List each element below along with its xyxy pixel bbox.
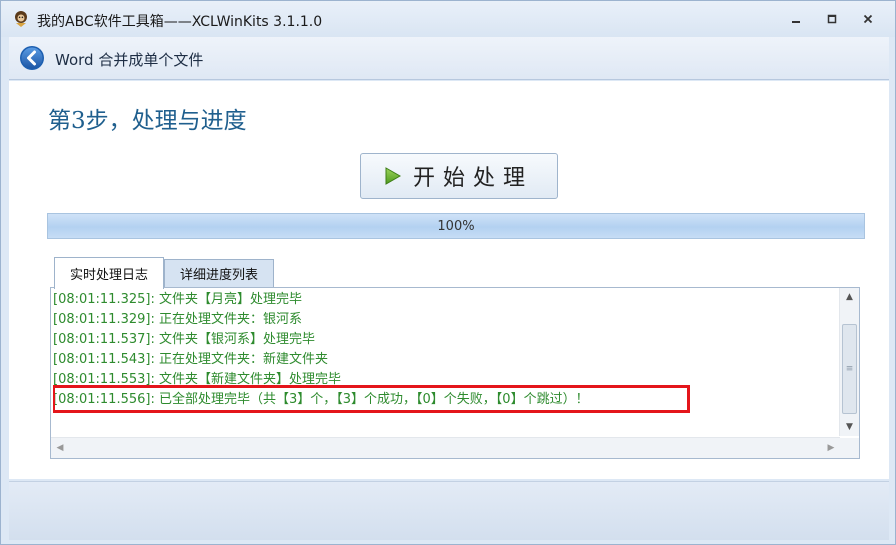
log-line: [08:01:11.537]: 文件夹【银河系】处理完毕 — [53, 332, 315, 347]
close-icon — [863, 14, 873, 24]
log-line: [08:01:11.329]: 正在处理文件夹：银河系 — [53, 312, 302, 327]
log-list: [08:01:11.325]: 文件夹【月亮】处理完毕 [08:01:11.32… — [53, 290, 833, 436]
horizontal-scrollbar[interactable]: ◀ ▶ — [51, 437, 840, 458]
monkey-icon — [15, 11, 27, 27]
maximize-button[interactable] — [821, 9, 843, 29]
scroll-up-icon[interactable]: ▲ — [840, 288, 859, 306]
play-icon — [385, 167, 401, 185]
log-panel[interactable]: [08:01:11.325]: 文件夹【月亮】处理完毕 [08:01:11.32… — [50, 287, 860, 459]
scroll-thumb[interactable]: ≡ — [842, 324, 857, 414]
log-line: [08:01:11.543]: 正在处理文件夹：新建文件夹 — [53, 352, 328, 367]
scroll-corner — [840, 438, 859, 458]
window-title: 我的ABC软件工具箱——XCLWinKits 3.1.1.0 — [37, 14, 323, 30]
log-line: [08:01:11.325]: 文件夹【月亮】处理完毕 — [53, 292, 302, 307]
back-arrow-icon[interactable] — [19, 45, 45, 71]
progress-label: 100% — [437, 218, 475, 234]
vertical-scrollbar[interactable]: ▲ ≡ ▼ — [839, 288, 859, 436]
tab-detail-progress[interactable]: 详细进度列表 — [164, 259, 274, 288]
footer-bar — [9, 481, 889, 540]
title-bar: 我的ABC软件工具箱——XCLWinKits 3.1.1.0 — [1, 1, 895, 37]
minimize-button[interactable] — [785, 9, 807, 29]
step-title: 第3步，处理与进度 — [48, 108, 247, 134]
log-line: [08:01:11.553]: 文件夹【新建文件夹】处理完毕 — [53, 372, 341, 387]
maximize-icon — [827, 14, 837, 24]
progress-bar: 100% — [47, 213, 865, 239]
scroll-right-icon[interactable]: ▶ — [822, 438, 840, 458]
scroll-left-icon[interactable]: ◀ — [51, 438, 69, 458]
page-title: Word 合并成单个文件 — [55, 51, 204, 69]
log-line-summary: [08:01:11.556]: 已全部处理完毕（共【3】个，【3】个成功，【0】… — [53, 392, 589, 407]
app-window: 我的ABC软件工具箱——XCLWinKits 3.1.1.0 Word 合并成单… — [0, 0, 896, 545]
start-processing-button[interactable]: 开始处理 — [360, 153, 558, 199]
nav-bar: Word 合并成单个文件 — [9, 37, 889, 80]
scroll-down-icon[interactable]: ▼ — [840, 418, 859, 436]
tab-realtime-log[interactable]: 实时处理日志 — [54, 257, 164, 289]
start-button-label: 开始处理 — [412, 166, 533, 191]
minimize-icon — [792, 21, 800, 23]
main-content: 第3步，处理与进度 开始处理 100% 实时处理日志 详细进度列表 [08:01 — [9, 81, 889, 479]
close-button[interactable] — [857, 9, 879, 29]
